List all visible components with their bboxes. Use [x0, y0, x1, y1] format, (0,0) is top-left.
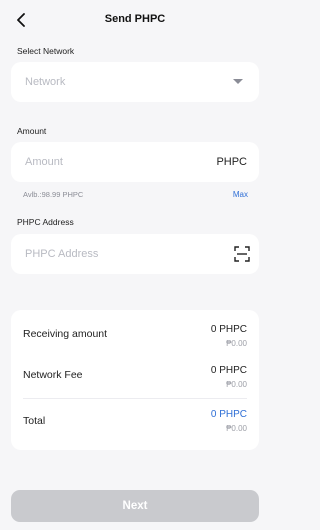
summary-card: Receiving amount 0 PHPC ₱0.00 Network Fe… — [11, 310, 259, 450]
fee-label: Network Fee — [23, 369, 83, 381]
receiving-row: Receiving amount 0 PHPC ₱0.00 — [23, 324, 247, 354]
fee-fiat: ₱0.00 — [226, 380, 247, 389]
total-fiat: ₱0.00 — [226, 424, 247, 433]
fee-amount: 0 PHPC — [210, 365, 247, 376]
available-balance: Avlb.:98.99 PHPC — [23, 190, 84, 199]
address-placeholder: PHPC Address — [25, 248, 99, 260]
caret-down-icon — [233, 79, 243, 84]
address-label: PHPC Address — [17, 217, 74, 227]
scan-icon[interactable] — [234, 246, 250, 262]
amount-placeholder: Amount — [25, 156, 63, 168]
next-button[interactable]: Next — [11, 490, 259, 522]
address-input[interactable]: PHPC Address — [11, 234, 259, 274]
network-select[interactable]: Network — [11, 62, 259, 102]
summary-divider — [23, 398, 247, 399]
receiving-amount: 0 PHPC — [210, 324, 247, 335]
amount-label: Amount — [17, 126, 47, 136]
network-label: Select Network — [17, 46, 75, 56]
network-placeholder: Network — [25, 76, 66, 88]
receiving-label: Receiving amount — [23, 328, 108, 340]
page-title: Send PHPC — [104, 13, 166, 25]
fee-row: Network Fee 0 PHPC ₱0.00 — [23, 365, 247, 395]
total-amount: 0 PHPC — [210, 409, 247, 420]
header: Send PHPC — [0, 0, 270, 42]
total-label: Total — [23, 415, 46, 427]
total-row: Total 0 PHPC ₱0.00 — [23, 409, 247, 439]
max-button[interactable]: Max — [233, 190, 248, 199]
amount-unit: PHPC — [216, 156, 247, 168]
receiving-fiat: ₱0.00 — [226, 339, 247, 348]
amount-input[interactable]: Amount PHPC — [11, 142, 259, 182]
